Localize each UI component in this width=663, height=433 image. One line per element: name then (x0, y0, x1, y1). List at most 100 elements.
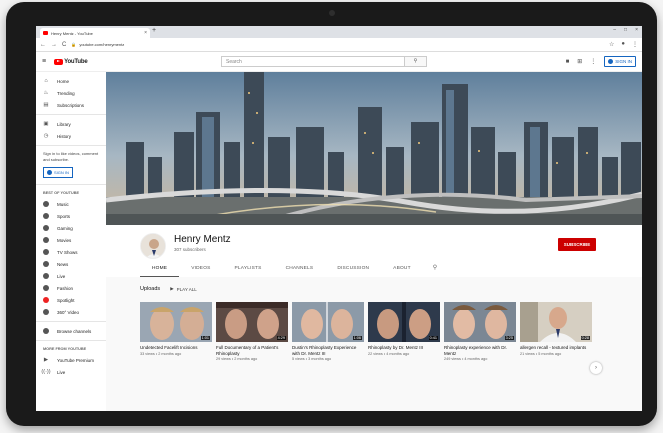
sidebar-item-live-more[interactable]: ((·)) Live (36, 366, 106, 378)
sidebar-item-youtube-premium[interactable]: ▶ YouTube Premium (36, 354, 106, 366)
video-thumbnail[interactable]: 1:01 (140, 302, 212, 342)
sidebar-item-sports[interactable]: Sports (36, 210, 106, 222)
video-card[interactable]: 1:06 Dustin's Rhinoplasty Experience wit… (292, 302, 364, 361)
video-card[interactable]: 4:29 Full Documentary of a Patient's Rhi… (216, 302, 288, 361)
browser-toolbar-right: ☆ ● ⋮ (609, 41, 638, 48)
channel-search-icon[interactable]: ⚲ (423, 262, 447, 277)
sidebar-item-history[interactable]: ◷ History (36, 130, 106, 142)
sidebar-divider (36, 145, 106, 146)
browser-tab[interactable]: Henry Mentz - YouTube × (40, 28, 150, 38)
video-card[interactable]: 1:01 Undetected Facelift Incisions 33 vi… (140, 302, 212, 356)
browser-menu-icon[interactable]: ⋮ (632, 41, 638, 48)
uploads-title[interactable]: Uploads (140, 286, 160, 292)
maximize-button[interactable]: □ (624, 27, 627, 33)
video-duration: 4:29 (276, 336, 286, 340)
header-signin-button[interactable]: SIGN IN (604, 56, 636, 67)
video-card[interactable]: 3:25 Rhinoplasty experience with Dr. Men… (444, 302, 516, 361)
sidebar-item-label: Live (57, 273, 66, 279)
live-icon (43, 273, 49, 279)
video-thumbnail[interactable]: 0:41 (368, 302, 440, 342)
sidebar-item-subscriptions[interactable]: ▤ Subscriptions (36, 99, 106, 111)
youtube-logo[interactable]: YouTube (54, 58, 88, 65)
video-thumbnail[interactable]: 4:29 (216, 302, 288, 342)
video-title[interactable]: Dustin's Rhinoplasty Experience with Dr.… (292, 345, 364, 356)
tab-channels[interactable]: CHANNELS (274, 262, 326, 277)
live-broadcast-icon: ((·)) (41, 369, 51, 375)
settings-more-icon[interactable]: ⋮ (590, 58, 596, 65)
news-icon (43, 261, 49, 267)
sidebar-divider (36, 340, 106, 341)
apps-grid-icon[interactable]: ⊞ (577, 58, 582, 65)
video-thumbnail[interactable]: 0:28 (520, 302, 592, 342)
subscribe-button[interactable]: SUBSCRIBE (558, 238, 596, 251)
sidebar-item-fashion[interactable]: Fashion (36, 282, 106, 294)
video-card[interactable]: 0:28 allergen recall - textured implants… (520, 302, 592, 356)
channel-avatar[interactable] (140, 233, 166, 259)
play-all-button[interactable]: ▶ PLAY ALL (170, 286, 197, 292)
profile-icon[interactable]: ● (621, 41, 625, 48)
subscriptions-icon: ▤ (43, 102, 49, 108)
forward-arrow-icon[interactable]: → (51, 42, 57, 48)
home-icon: ⌂ (44, 78, 48, 84)
tab-playlists[interactable]: PLAYLISTS (223, 262, 274, 277)
sidebar-item-home[interactable]: ⌂ Home (36, 75, 106, 87)
sidebar-item-label: Fashion (57, 285, 74, 291)
video-title[interactable]: Full Documentary of a Patient's Rhinopla… (216, 345, 288, 356)
search-button[interactable]: ⚲ (404, 56, 427, 67)
sidebar-item-label: TV Shows (57, 249, 78, 255)
bookmark-star-icon[interactable]: ☆ (609, 41, 614, 48)
lock-icon: 🔒 (71, 42, 77, 47)
fashion-icon (43, 285, 49, 291)
youtube-play-icon (54, 58, 64, 65)
video-meta: 33 views • 2 months ago (140, 351, 182, 356)
uploads-header: Uploads ▶ PLAY ALL (140, 286, 197, 292)
video-thumbnail[interactable]: 1:06 (292, 302, 364, 342)
sidebar-item-tv-shows[interactable]: TV Shows (36, 246, 106, 258)
address-bar: ← → C 🔒 youtube.com/henrymentz ☆ ● ⋮ (36, 38, 642, 52)
sidebar-item-spotlight[interactable]: Spotlight (36, 294, 106, 306)
sidebar: ⌂ Home ♨ Trending ▤ Subscriptions ▣ Libr… (36, 72, 106, 411)
sidebar-item-360-video[interactable]: 360° Video (36, 306, 106, 318)
tab-videos[interactable]: VIDEOS (179, 262, 222, 277)
hamburger-menu-icon[interactable]: ≡ (42, 58, 46, 65)
sidebar-item-live[interactable]: Live (36, 270, 106, 282)
add-circle-icon (43, 328, 49, 334)
search-input[interactable]: Search (221, 56, 419, 67)
sidebar-item-label: Subscriptions (57, 102, 85, 108)
tab-home[interactable]: HOME (140, 262, 180, 277)
channel-name: Henry Mentz (174, 234, 231, 245)
sidebar-item-library[interactable]: ▣ Library (36, 118, 106, 130)
video-meta: 29 views • 2 months ago (216, 357, 258, 361)
tab-discussion[interactable]: DISCUSSION (325, 262, 381, 277)
spotlight-icon (43, 297, 49, 303)
url-field[interactable]: 🔒 youtube.com/henrymentz (71, 42, 124, 47)
sidebar-signin-button[interactable]: SIGN IN (43, 167, 73, 178)
sidebar-item-gaming[interactable]: Gaming (36, 222, 106, 234)
create-video-icon[interactable]: ■ (566, 59, 570, 65)
video-title[interactable]: Rhinoplasty by Dr. Mentz III (368, 345, 440, 351)
tab-about[interactable]: ABOUT (381, 262, 423, 277)
movies-icon (43, 237, 49, 243)
video-title[interactable]: Undetected Facelift Incisions (140, 345, 212, 351)
new-tab-button[interactable]: + (152, 27, 156, 34)
reload-icon[interactable]: C (62, 42, 66, 48)
sidebar-item-label: Movies (57, 237, 72, 243)
tab-close-icon[interactable]: × (144, 30, 147, 36)
sidebar-item-trending[interactable]: ♨ Trending (36, 87, 106, 99)
video-title[interactable]: Rhinoplasty experience with Dr. Mentz (444, 345, 516, 356)
close-window-button[interactable]: × (635, 27, 638, 33)
flame-icon: ♨ (43, 90, 49, 96)
sidebar-item-movies[interactable]: Movies (36, 234, 106, 246)
video-meta: 22 views • 4 months ago (368, 351, 410, 356)
tv-shows-icon (43, 249, 49, 255)
sidebar-item-browse-channels[interactable]: Browse channels (36, 325, 106, 337)
sidebar-item-news[interactable]: News (36, 258, 106, 270)
back-arrow-icon[interactable]: ← (40, 42, 46, 48)
video-thumbnail[interactable]: 3:25 (444, 302, 516, 342)
best-of-heading: BEST OF YOUTUBE (43, 191, 80, 195)
video-title[interactable]: allergen recall - textured implants (520, 345, 592, 351)
minimize-button[interactable]: – (613, 27, 616, 33)
shelf-next-arrow-icon[interactable]: › (590, 362, 602, 374)
video-card[interactable]: 0:41 Rhinoplasty by Dr. Mentz III 22 vie… (368, 302, 440, 356)
sidebar-item-music[interactable]: Music (36, 198, 106, 210)
